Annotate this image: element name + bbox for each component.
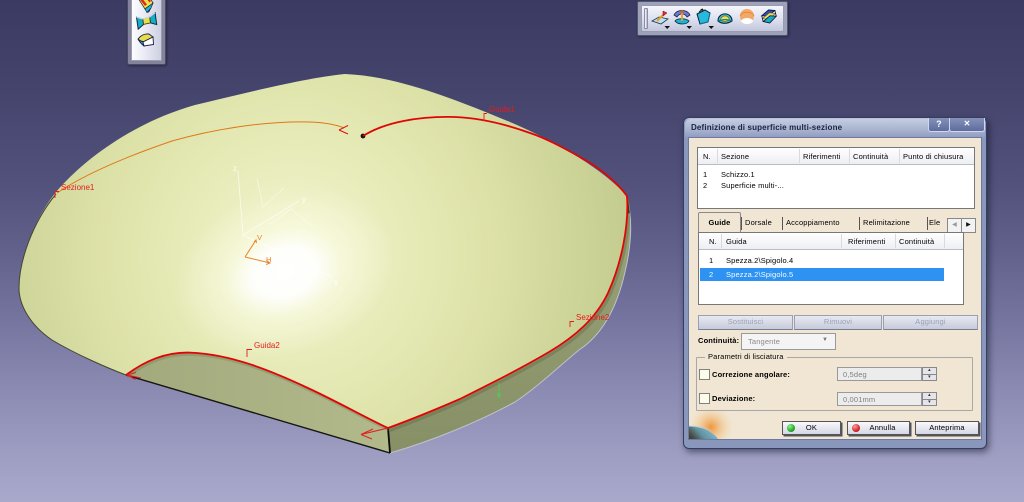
svg-text:Guida1: Guida1	[489, 105, 515, 114]
svg-text:H: H	[266, 255, 271, 264]
svg-text:Guida2: Guida2	[254, 341, 280, 350]
svg-text:x: x	[334, 278, 338, 287]
svg-text:Sezione1: Sezione1	[61, 183, 95, 192]
svg-text:V: V	[257, 233, 262, 242]
svg-text:Sezione2: Sezione2	[576, 313, 610, 322]
svg-text:y: y	[302, 195, 306, 204]
svg-text:z: z	[233, 164, 237, 173]
